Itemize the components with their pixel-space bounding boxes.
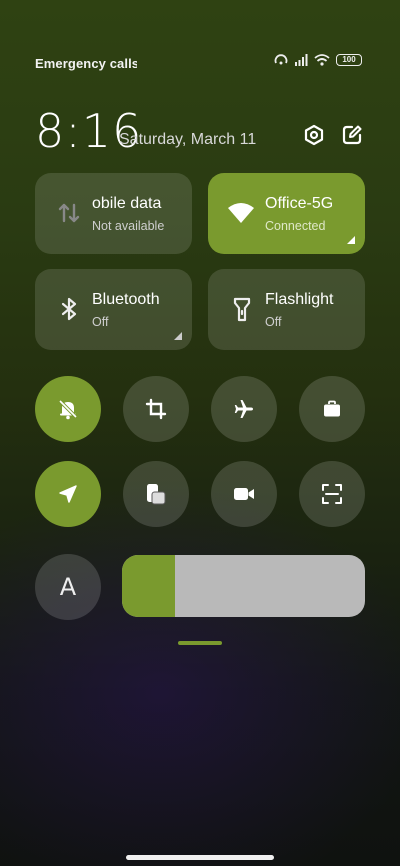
panel-drag-handle[interactable] <box>178 641 222 645</box>
crop-icon <box>145 398 167 420</box>
wifi-icon <box>228 203 254 223</box>
briefcase-icon <box>324 400 340 417</box>
toggle-airplane[interactable] <box>211 376 277 442</box>
location-icon <box>59 485 77 503</box>
toggle-screenshot[interactable] <box>123 376 189 442</box>
toggle-screen-cast[interactable] <box>123 461 189 527</box>
tile-bluetooth[interactable]: Bluetooth Off <box>35 269 192 350</box>
signal-icon <box>295 54 308 66</box>
video-camera-icon <box>234 488 254 500</box>
tile-title: Bluetooth <box>92 291 160 308</box>
home-indicator[interactable] <box>126 855 274 860</box>
tile-title: Flashlight <box>265 291 334 308</box>
bluetooth-icon <box>61 297 77 321</box>
toggle-scanner[interactable] <box>299 461 365 527</box>
brightness-slider[interactable] <box>122 555 365 617</box>
toggle-work[interactable] <box>299 376 365 442</box>
status-icons: 100 <box>274 54 362 66</box>
edit-icon <box>342 125 362 145</box>
mobile-data-icon <box>58 203 80 223</box>
tile-flashlight[interactable]: Flashlight Off <box>208 269 365 350</box>
tile-title: obile data <box>92 195 162 212</box>
tile-subtitle: Connected <box>265 219 326 233</box>
battery-indicator: 100 <box>336 54 362 66</box>
mute-bell-icon <box>58 399 78 420</box>
airplane-icon <box>234 400 253 418</box>
tile-mobile-data[interactable]: obile data Not available <box>35 173 192 254</box>
toggle-location[interactable] <box>35 461 101 527</box>
flashlight-icon <box>233 297 251 322</box>
tile-subtitle: Off <box>265 315 282 329</box>
expand-corner-icon <box>174 332 182 340</box>
expand-corner-icon <box>347 236 355 244</box>
edit-button[interactable] <box>341 124 363 146</box>
tile-subtitle: Not available <box>92 219 165 233</box>
hotspot-icon <box>274 54 288 65</box>
settings-button[interactable] <box>303 124 325 146</box>
status-bar <box>0 0 400 40</box>
settings-gear-icon <box>304 124 324 146</box>
scan-icon <box>322 484 342 504</box>
screen-cast-icon <box>147 484 166 505</box>
carrier-text: Emergency calls o <box>35 56 137 71</box>
wifi-status-icon <box>314 54 330 66</box>
toggle-screen-record[interactable] <box>211 461 277 527</box>
date-label: Saturday, March 11 <box>119 131 257 148</box>
tile-title: Office-5G <box>265 195 334 212</box>
brightness-slider-fill <box>122 555 176 617</box>
auto-brightness-button[interactable]: A <box>35 554 101 620</box>
toggle-silent[interactable] <box>35 376 101 442</box>
tile-subtitle: Off <box>92 315 109 329</box>
tile-wifi[interactable]: Office-5G Connected <box>208 173 365 254</box>
